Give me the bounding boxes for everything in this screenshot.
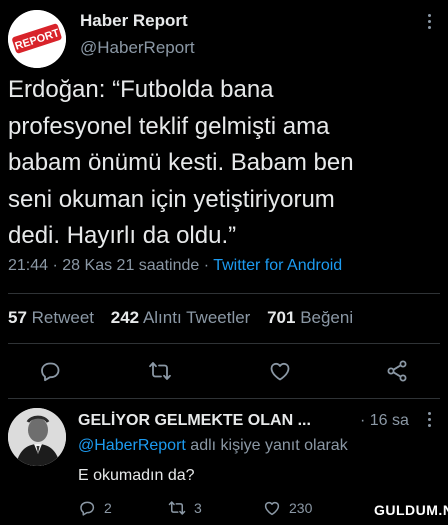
avatar[interactable]: REPORT [8, 10, 66, 68]
watermark: GULDUM.NET [374, 502, 448, 518]
retweet-stat[interactable]: 57 Retweet [8, 308, 94, 327]
tweet-detail-screen: REPORT Haber Report @HaberReport Erdoğan… [0, 0, 448, 525]
tweet-date[interactable]: 28 Kas 21 saatinde [62, 257, 199, 274]
meta-separator: · [52, 257, 58, 274]
reply-context-text: adlı kişiye yanıt olarak [185, 437, 348, 454]
retweet-icon[interactable] [145, 356, 175, 386]
divider [8, 343, 440, 344]
reply-mention[interactable]: @HaberReport [78, 437, 186, 454]
meta-separator: · [203, 257, 210, 274]
author-handle[interactable]: @HaberReport [80, 38, 195, 58]
more-options-icon[interactable] [428, 14, 434, 34]
share-icon[interactable] [382, 356, 412, 386]
divider [8, 398, 440, 399]
tweet-text: Erdoğan: “Futbolda bana profesyonel tekl… [8, 76, 354, 249]
reply-retweet-button[interactable]: 3 [168, 499, 202, 521]
reply-icon[interactable] [35, 356, 65, 386]
retweet-count: 3 [194, 500, 202, 517]
reply-action-bar: 2 3 230 [78, 499, 378, 521]
portrait-photo [8, 408, 66, 466]
quote-stat[interactable]: 242 Alıntı Tweetler [111, 308, 251, 327]
author-name[interactable]: Haber Report [80, 11, 188, 31]
more-options-icon[interactable] [428, 412, 434, 430]
like-stat[interactable]: 701 Beğeni [267, 308, 353, 327]
tweet-source[interactable]: Twitter for Android [213, 257, 342, 274]
like-icon[interactable] [265, 356, 295, 386]
report-logo-icon: REPORT [8, 10, 66, 68]
reply-count: 2 [104, 500, 112, 517]
reply-author-name[interactable]: GELİYOR GELMEKTE OLAN ... [78, 412, 311, 430]
like-count: 230 [289, 500, 313, 517]
reply-like-button[interactable]: 230 [263, 499, 312, 521]
divider [8, 293, 440, 294]
retweet-icon [168, 501, 186, 516]
reply-reply-button[interactable]: 2 [78, 499, 112, 521]
like-icon [264, 502, 280, 516]
reply-context: @HaberReport adlı kişiye yanıt olarak [78, 437, 348, 455]
reply-icon [80, 501, 95, 516]
action-bar [0, 356, 448, 386]
tweet-time[interactable]: 21:44 [8, 257, 48, 274]
reply-time[interactable]: · 16 sa [360, 412, 409, 430]
reply-text: E okumadın da? [78, 467, 195, 484]
tweet-meta: 21:44 · 28 Kas 21 saatinde · Twitter for… [8, 257, 342, 275]
tweet-header: REPORT Haber Report @HaberReport [8, 6, 440, 68]
tweet-stats: 57 Retweet 242 Alıntı Tweetler 701 Beğen… [8, 308, 353, 328]
avatar[interactable] [8, 408, 66, 466]
